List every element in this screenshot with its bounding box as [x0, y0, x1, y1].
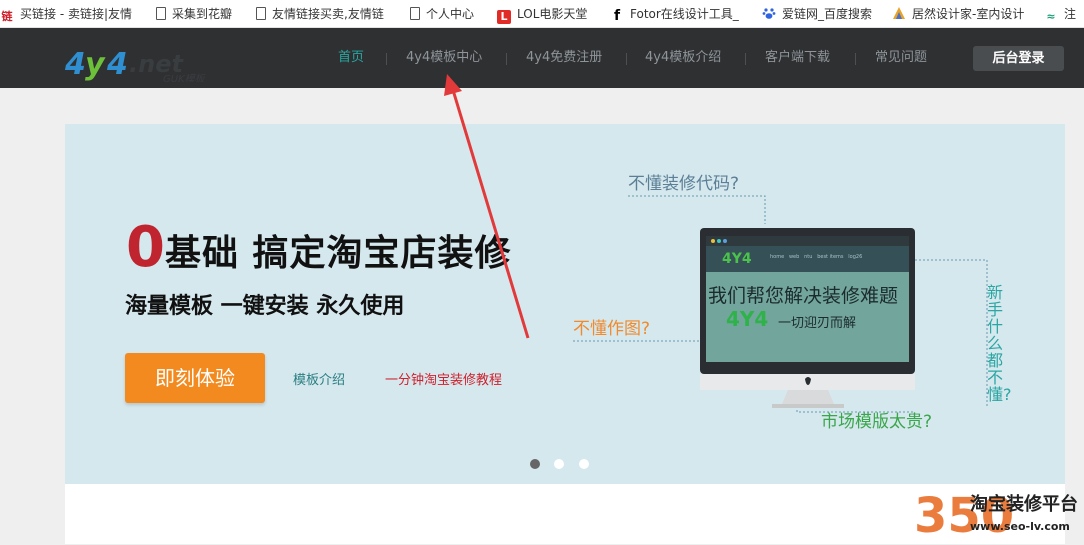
nav-divider	[506, 53, 507, 65]
bookmark-label: 买链接 - 卖链接|友情	[20, 7, 133, 21]
bookmark-item[interactable]: 个人中心	[410, 6, 474, 22]
site-watermark: 350 淘宝装修平台 www.seo-lv.com	[912, 486, 1084, 544]
nav-free-register[interactable]: 4y4免费注册	[526, 50, 602, 66]
question-price: 市场模版太贵?	[821, 412, 933, 432]
bookmark-label: 友情链接买卖,友情链	[272, 7, 384, 21]
monitor-illustration: 4Y4 home web ntu best items log26 我们帮您解决…	[700, 228, 915, 408]
stripes-icon: ≈	[1046, 10, 1056, 23]
lol-icon: L	[497, 10, 511, 24]
bookmark-item[interactable]: 爱链网_百度搜索	[762, 6, 872, 22]
link-site-icon: 链	[1, 10, 13, 23]
question-design: 不懂作图?	[573, 319, 651, 339]
svg-text:4: 4	[106, 48, 128, 82]
watermark-title: 淘宝装修平台	[970, 494, 1078, 515]
bookmark-label: 居然设计家-室内设计	[912, 7, 1025, 21]
bookmark-item[interactable]: 链买链接 - 卖链接|友情	[0, 6, 133, 23]
bookmark-label: LOL电影天堂	[517, 7, 588, 21]
screen-menu-item: home	[770, 254, 785, 260]
bookmark-label: 爱链网_百度搜索	[782, 7, 873, 21]
question-newbie: 新手什么都不懂?	[987, 283, 1012, 404]
bookmarks-bar: 链买链接 - 卖链接|友情 采集到花瓣 友情链接买卖,友情链 个人中心 L LOL…	[0, 0, 1084, 28]
admin-login-button[interactable]: 后台登录	[973, 46, 1064, 71]
carousel-dot[interactable]	[579, 459, 589, 469]
bookmark-label: 注	[1064, 7, 1077, 21]
page-icon	[256, 7, 266, 20]
screen-brand: 4Y4	[722, 251, 752, 267]
screen-brand-2: 4Y4	[726, 307, 769, 331]
screen-menu-item: web	[788, 254, 800, 260]
screen-menu-item: ntu	[804, 254, 813, 260]
nav-home[interactable]: 首页	[338, 50, 364, 66]
hero-banner: 0 基础 搞定淘宝店装修 海量模板 一键安装 永久使用 即刻体验 模板介绍 一分…	[65, 124, 1065, 484]
fotor-icon: f	[613, 8, 621, 24]
screen-menu-item: best items	[817, 254, 844, 260]
nav-template-center[interactable]: 4y4模板中心	[406, 50, 482, 66]
nav-divider	[626, 53, 627, 65]
bookmark-item[interactable]: 居然设计家-室内设计	[892, 6, 1024, 22]
nav-divider	[745, 53, 746, 65]
nav-faq[interactable]: 常见问题	[875, 50, 927, 66]
page-icon	[156, 7, 166, 20]
juran-logo-icon	[892, 6, 906, 20]
bookmark-item[interactable]: 采集到花瓣	[156, 6, 232, 22]
nav-template-intro[interactable]: 4y4模板介绍	[645, 50, 721, 66]
baidu-paw-icon	[762, 6, 776, 20]
nav-client-download[interactable]: 客户端下载	[765, 50, 830, 66]
screen-menu: home web ntu best items log26	[770, 254, 862, 260]
site-logo[interactable]: 4 y 4 .net GUK模板	[64, 47, 230, 85]
carousel-dot-active[interactable]	[530, 459, 540, 469]
svg-text:GUK模板: GUK模板	[163, 73, 207, 82]
watermark-url: www.seo-lv.com	[970, 520, 1070, 533]
bookmark-label: Fotor在线设计工具_	[630, 7, 739, 21]
carousel-dot[interactable]	[554, 459, 564, 469]
screen-menu-item: log26	[848, 254, 863, 260]
bookmark-item[interactable]: ≈ 注	[1044, 6, 1077, 23]
top-navigation: 4 y 4 .net GUK模板 首页 4y4模板中心 4y4免费注册 4y4模…	[0, 28, 1084, 88]
nav-divider	[855, 53, 856, 65]
nav-divider	[386, 53, 387, 65]
bookmark-item[interactable]: 友情链接买卖,友情链	[256, 6, 384, 22]
screen-subline: 一切迎刃而解	[778, 316, 857, 331]
bookmark-label: 个人中心	[426, 7, 475, 21]
svg-text:4: 4	[65, 48, 86, 82]
screen-headline: 我们帮您解决装修难题	[708, 285, 899, 307]
svg-text:y: y	[85, 48, 106, 82]
page-icon	[410, 7, 420, 20]
bookmark-item[interactable]: L LOL电影天堂	[497, 6, 588, 24]
bookmark-label: 采集到花瓣	[172, 7, 233, 21]
question-code: 不懂装修代码?	[628, 174, 740, 194]
bookmark-item[interactable]: f Fotor在线设计工具_	[610, 6, 739, 24]
